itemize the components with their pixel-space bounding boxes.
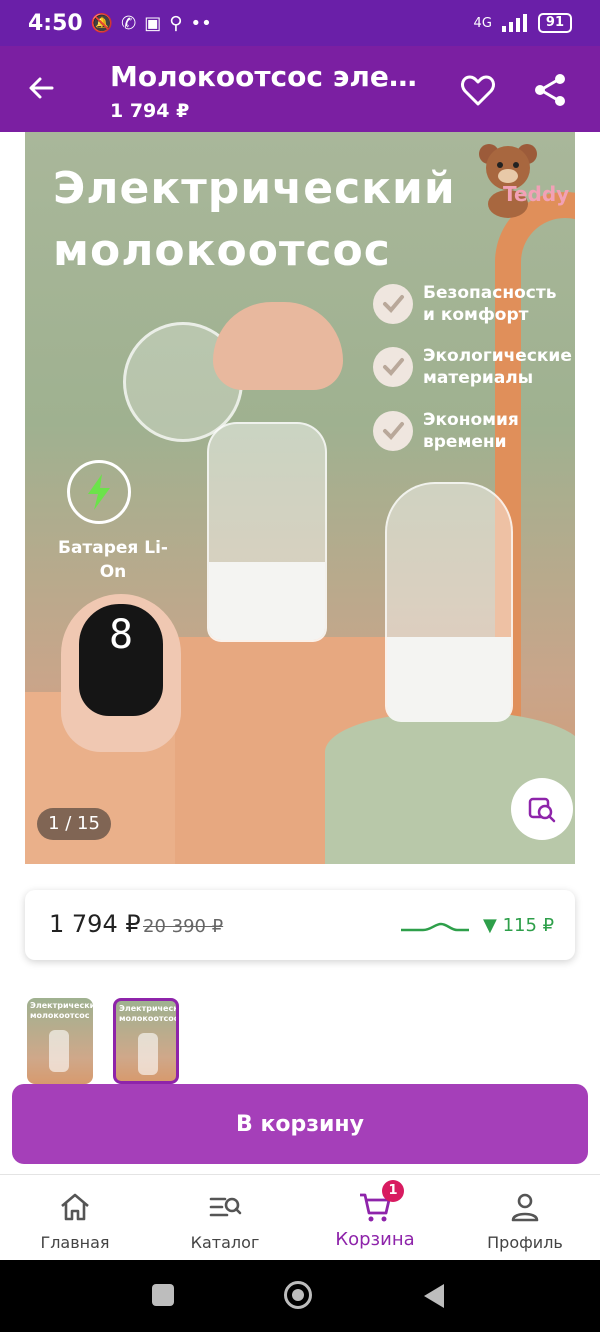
product-screen: 4:50 🔕 ✆ ▣ ⚲ •• 4G 91 Молокоотсос электр… — [0, 0, 600, 1332]
check-icon — [373, 284, 413, 324]
favorite-heart-icon[interactable] — [458, 70, 498, 110]
battery-indicator: 91 — [537, 13, 572, 33]
cart-badge: 1 — [382, 1180, 404, 1202]
nav-item-catalog[interactable]: Каталог — [150, 1175, 300, 1261]
bottom-navigation: Главная Каталог Корзина Профиль — [0, 1174, 600, 1260]
controller-display: 8 — [79, 604, 163, 716]
status-bar: 4:50 🔕 ✆ ▣ ⚲ •• 4G 91 — [0, 0, 600, 46]
mute-icon: 🔕 — [90, 12, 114, 34]
header-price: 1 794 ₽ — [110, 100, 190, 122]
thumbnail-caption: Электрический молокоотсос — [30, 1001, 93, 1020]
product-title: Молокоотсос электрический — [110, 60, 430, 93]
more-dots-icon: •• — [190, 12, 212, 34]
network-label: 4G — [473, 15, 492, 31]
nav-item-home[interactable]: Главная — [0, 1175, 150, 1261]
catalog-icon — [209, 1197, 242, 1217]
recent-apps-icon[interactable] — [152, 1284, 174, 1306]
back-triangle-icon[interactable] — [424, 1284, 444, 1308]
status-notification-icons: 🔕 ✆ ▣ ⚲ •• — [91, 13, 212, 34]
product-image-gallery[interactable]: Электрический молокоотсос Teddy Безопасн… — [25, 132, 575, 864]
battery-label: Батарея Li-On — [57, 538, 168, 582]
signal-icon — [501, 14, 527, 32]
image-title: Электрический молокоотсос — [53, 158, 456, 282]
thumbnail-selected[interactable]: Электрический молокоотсос — [113, 998, 179, 1084]
breast-pump-motor — [213, 302, 343, 390]
thumbnail[interactable]: Электрический молокоотсос — [27, 998, 93, 1084]
feature-item: Безопасность и комфорт — [373, 282, 563, 326]
visual-search-button[interactable] — [511, 778, 573, 840]
thumbnail-bottle — [49, 1030, 69, 1072]
feature-text: Экологические материалы — [423, 346, 572, 388]
feature-text: Безопасность и комфорт — [423, 283, 557, 325]
milk-fill — [387, 637, 511, 721]
thumbnail-bottle — [138, 1033, 158, 1075]
check-icon — [373, 411, 413, 451]
milk-fill — [209, 562, 325, 640]
thumbnail-caption: Электрический молокоотсос — [119, 1004, 179, 1023]
nav-label: Главная — [40, 1233, 110, 1252]
home-button-icon[interactable] — [284, 1281, 312, 1309]
lightning-battery-icon — [67, 460, 131, 524]
status-right: 4G 91 — [474, 13, 572, 33]
status-time: 4:50 — [28, 10, 83, 36]
image-counter: 1 / 15 — [37, 808, 111, 840]
back-arrow-icon[interactable] — [22, 68, 62, 108]
feature-item: Экологические материалы — [373, 345, 572, 389]
home-icon — [61, 1193, 89, 1221]
add-to-cart-button[interactable]: В корзину — [12, 1084, 588, 1164]
share-icon[interactable] — [530, 70, 570, 110]
nav-item-profile[interactable]: Профиль — [450, 1175, 600, 1261]
nav-item-cart[interactable]: Корзина — [300, 1175, 450, 1261]
feature-item: Экономия времени — [373, 409, 533, 453]
image-title-line: Электрический — [53, 163, 456, 214]
image-search-icon — [528, 797, 556, 823]
profile-icon — [511, 1193, 539, 1222]
instagram-icon: ▣ — [144, 12, 162, 34]
whatsapp-icon: ✆ — [121, 12, 137, 34]
price-card[interactable]: 1 794 ₽ 20 390 ₽ ▼ 115 ₽ — [25, 890, 575, 960]
price-change: ▼ 115 ₽ — [483, 915, 555, 936]
nav-label: Профиль — [487, 1233, 563, 1252]
app-bar: Молокоотсос электрический 1 794 ₽ — [0, 46, 600, 132]
brand-logo-text: Teddy — [503, 182, 570, 206]
check-icon — [373, 347, 413, 387]
price-history-sparkline — [401, 922, 469, 932]
image-title-line: молокоотсос — [53, 225, 391, 276]
teddy-bear-logo-icon — [479, 144, 537, 218]
nav-label: Корзина — [335, 1229, 415, 1250]
old-price: 20 390 ₽ — [143, 916, 224, 937]
search-status-icon: ⚲ — [169, 12, 183, 34]
current-price: 1 794 ₽ — [49, 910, 141, 938]
feature-text: Экономия времени — [423, 410, 519, 452]
nav-label: Каталог — [190, 1233, 260, 1252]
